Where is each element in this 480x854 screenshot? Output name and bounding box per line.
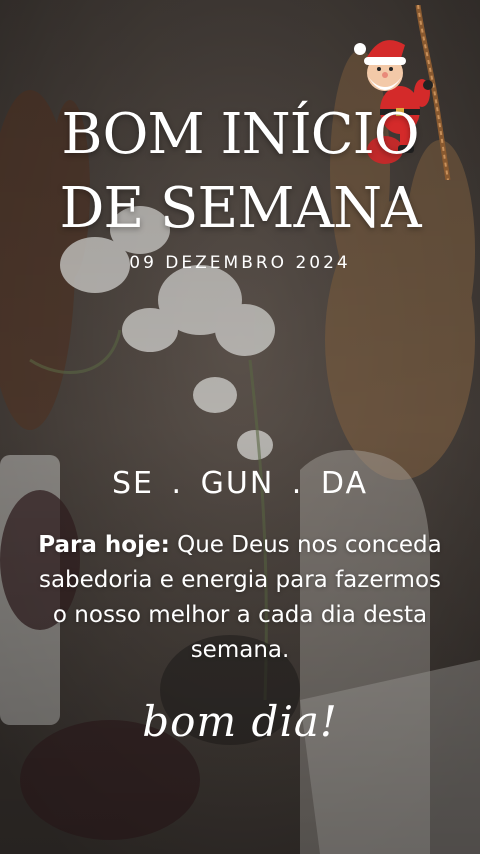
date-label: 09 DEZEMBRO 2024 — [129, 253, 351, 273]
weekday-label: SE . GUN . DA — [112, 466, 368, 501]
headline-line-2: DE SEMANA — [59, 176, 421, 241]
greeting-card: BOM INÍCIO DE SEMANA 09 DEZEMBRO 2024 SE… — [0, 0, 480, 854]
headline-line-1: BOM INÍCIO — [61, 102, 419, 167]
signature-text: bom dia! — [142, 697, 338, 746]
message-paragraph: Para hoje: Que Deus nos conceda sabedori… — [30, 528, 450, 668]
message-lead: Para hoje: — [38, 532, 170, 558]
